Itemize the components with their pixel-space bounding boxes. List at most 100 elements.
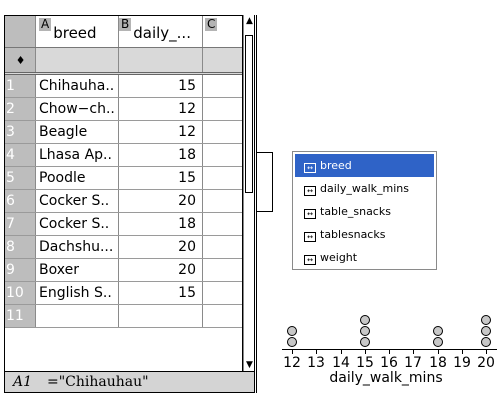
x-tick-label: 14 — [332, 355, 350, 371]
x-axis-tick — [438, 349, 439, 354]
column-c-cell[interactable] — [203, 213, 242, 235]
x-tick-label: 18 — [429, 355, 447, 371]
x-axis-title[interactable]: daily_walk_mins — [329, 370, 442, 386]
column-a-header[interactable]: Abreed — [36, 16, 119, 47]
table-row: 3 Beagle 12 — [5, 121, 242, 144]
formula-cell-b[interactable] — [119, 48, 203, 72]
spreadsheet-scrollbar[interactable]: ▲ ▼ — [243, 15, 255, 372]
row-number[interactable]: 9 — [5, 259, 36, 281]
column-c-cell[interactable] — [203, 144, 242, 166]
column-c-cell[interactable] — [203, 282, 242, 304]
x-axis-tick — [413, 349, 414, 354]
breed-cell[interactable]: Dachshu... — [36, 236, 119, 258]
variable-menu-item[interactable]: ↔ daily_walk_mins — [295, 177, 434, 200]
breed-cell[interactable]: Chow−ch.. — [36, 98, 119, 120]
data-point-dot[interactable] — [360, 315, 370, 325]
variable-menu-item[interactable]: ↔ breed — [295, 154, 434, 177]
data-point-dot[interactable] — [287, 337, 297, 347]
column-b-header[interactable]: Bdaily_... — [119, 16, 203, 47]
x-tick-label: 17 — [404, 355, 422, 371]
x-tick-label: 20 — [477, 355, 495, 371]
column-c-cell[interactable] — [203, 259, 242, 281]
active-cell-value[interactable]: ="Chihauhau" — [47, 372, 149, 392]
breed-cell[interactable]: Boxer — [36, 259, 119, 281]
data-point-dot[interactable] — [481, 326, 491, 336]
row-number[interactable]: 1 — [5, 75, 36, 97]
table-row: 10 English S.. 15 — [5, 282, 242, 305]
x-axis-tick — [389, 349, 390, 354]
daily-walk-cell[interactable]: 20 — [119, 190, 203, 212]
column-c-header[interactable]: C — [203, 16, 242, 47]
x-axis-tick — [292, 349, 293, 354]
formula-cell-a[interactable] — [36, 48, 119, 72]
scroll-up-icon[interactable]: ▲ — [245, 16, 254, 27]
daily-walk-cell[interactable]: 15 — [119, 282, 203, 304]
formula-cell-c[interactable] — [203, 48, 242, 72]
row-number[interactable]: 7 — [5, 213, 36, 235]
table-row: 7 Cocker S.. 18 — [5, 213, 242, 236]
variable-menu-item[interactable]: ↔ table_snacks — [295, 200, 434, 223]
dot-plot[interactable]: daily_walk_mins 12 13 14 15 16 17 18 19 20 — [256, 290, 497, 393]
formula-row: ♦ — [5, 48, 242, 75]
x-axis-tick — [341, 349, 342, 354]
column-a-name: breed — [53, 24, 97, 42]
daily-walk-cell[interactable]: 20 — [119, 236, 203, 258]
breed-cell[interactable] — [36, 305, 119, 327]
variable-menu-label: table_snacks — [320, 205, 391, 218]
daily-walk-cell[interactable]: 12 — [119, 98, 203, 120]
data-point-dot[interactable] — [360, 337, 370, 347]
row-number[interactable]: 2 — [5, 98, 36, 120]
variable-list-icon: ↔ — [304, 232, 316, 242]
breed-cell[interactable]: Poodle — [36, 167, 119, 189]
data-point-dot[interactable] — [433, 337, 443, 347]
column-header-row: Abreed Bdaily_... C — [5, 16, 242, 48]
cell-status-bar: A1 ="Chihauhau" — [4, 371, 255, 393]
breed-cell[interactable]: Beagle — [36, 121, 119, 143]
variable-dropdown[interactable]: ↔ breed ↔ daily_walk_mins ↔ table_snacks ↔ tabl… — [292, 151, 437, 270]
row-number[interactable]: 3 — [5, 121, 36, 143]
column-c-cell[interactable] — [203, 167, 242, 189]
column-c-cell[interactable] — [203, 190, 242, 212]
row-number[interactable]: 8 — [5, 236, 36, 258]
scrollbar-thumb[interactable] — [245, 35, 253, 193]
column-c-cell[interactable] — [203, 98, 242, 120]
table-row: 9 Boxer 20 — [5, 259, 242, 282]
breed-cell[interactable]: Cocker S.. — [36, 190, 119, 212]
row-number[interactable]: 6 — [5, 190, 36, 212]
row-number[interactable]: 10 — [5, 282, 36, 304]
x-tick-label: 12 — [283, 355, 301, 371]
table-row: 6 Cocker S.. 20 — [5, 190, 242, 213]
column-c-cell[interactable] — [203, 305, 242, 327]
breed-cell[interactable]: English S.. — [36, 282, 119, 304]
row-number[interactable]: 11 — [5, 305, 36, 327]
daily-walk-cell[interactable]: 15 — [119, 167, 203, 189]
spreadsheet[interactable]: Abreed Bdaily_... C ♦ 1 Chihauha.. 15 2 Chow… — [4, 15, 243, 372]
data-point-dot[interactable] — [287, 326, 297, 336]
daily-walk-cell[interactable] — [119, 305, 203, 327]
breed-cell[interactable]: Lhasa Ap.. — [36, 144, 119, 166]
data-point-dot[interactable] — [360, 326, 370, 336]
variable-menu-item[interactable]: ↔ weight — [295, 246, 434, 269]
variable-menu-item[interactable]: ↔ tablesnacks — [295, 223, 434, 246]
breed-cell[interactable]: Chihauha.. — [36, 75, 119, 97]
table-row: 4 Lhasa Ap.. 18 — [5, 144, 242, 167]
row-number[interactable]: 5 — [5, 167, 36, 189]
daily-walk-cell[interactable]: 20 — [119, 259, 203, 281]
daily-walk-cell[interactable]: 18 — [119, 213, 203, 235]
daily-walk-cell[interactable]: 15 — [119, 75, 203, 97]
data-point-dot[interactable] — [481, 315, 491, 325]
data-point-dot[interactable] — [433, 326, 443, 336]
scroll-down-icon[interactable]: ▼ — [245, 360, 254, 371]
daily-walk-cell[interactable]: 12 — [119, 121, 203, 143]
column-c-cell[interactable] — [203, 75, 242, 97]
variable-menu-label: tablesnacks — [320, 228, 386, 241]
column-c-cell[interactable] — [203, 121, 242, 143]
data-point-dot[interactable] — [481, 337, 491, 347]
breed-cell[interactable]: Cocker S.. — [36, 213, 119, 235]
daily-walk-cell[interactable]: 18 — [119, 144, 203, 166]
variable-placeholder-box[interactable] — [256, 152, 273, 212]
row-number[interactable]: 4 — [5, 144, 36, 166]
x-tick-label: 19 — [453, 355, 471, 371]
column-c-cell[interactable] — [203, 236, 242, 258]
corner-cell[interactable] — [5, 16, 36, 47]
